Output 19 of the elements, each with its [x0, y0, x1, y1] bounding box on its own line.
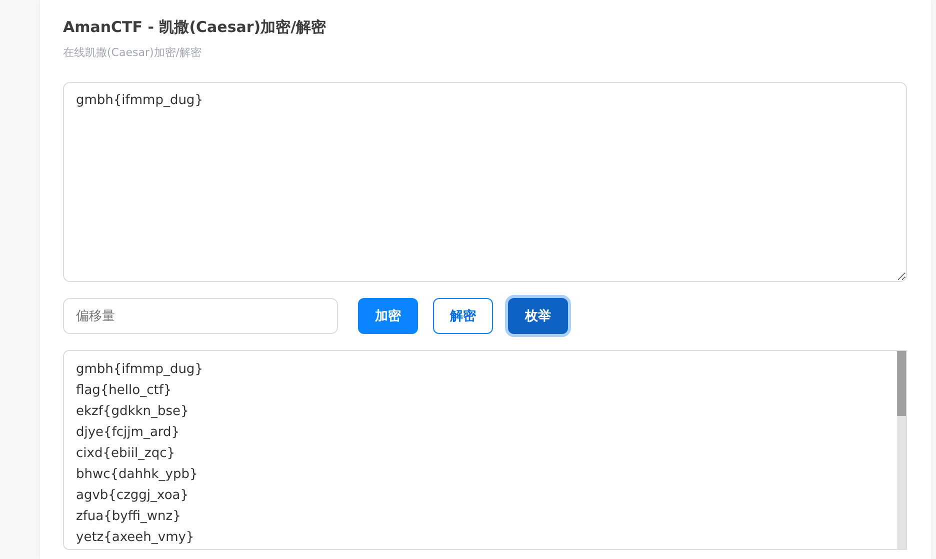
output-line: agvb{czggj_xoa} — [76, 487, 190, 505]
output-line: zfua{byffi_wnz} — [76, 508, 182, 526]
encrypt-button[interactable]: 加密 — [358, 298, 418, 334]
output-textarea[interactable]: gmbh{ifmmp_dug} flag{hello_ctf} ekzf{gdkkn_bse} djye{fcjjm_ard} cixd{ebiil_zqc} bhwc{dahhk_ypb} agvb{czggj_xoa} zfua{byffi_wnz} yetz{axeeh_vmy} — [63, 350, 907, 550]
output-line: flag{hello_ctf} — [76, 382, 173, 400]
page-title: AmanCTF - 凯撒(Caesar)加密/解密 — [63, 17, 328, 38]
enumerate-button[interactable]: 枚举 — [508, 298, 568, 334]
output-line: ekzf{gdkkn_bse} — [76, 403, 190, 421]
output-line: cixd{ebiil_zqc} — [76, 445, 176, 463]
scrollbar-thumb[interactable] — [897, 351, 906, 416]
output-line: djye{fcjjm_ard} — [76, 424, 181, 442]
scrollbar[interactable] — [897, 351, 906, 549]
output-line: bhwc{dahhk_ypb} — [76, 466, 199, 484]
input-textarea[interactable]: gmbh{ifmmp_dug} — [63, 82, 907, 282]
page-subtitle: 在线凯撒(Caesar)加密/解密 — [63, 46, 202, 60]
decrypt-button[interactable]: 解密 — [433, 298, 493, 334]
offset-field[interactable]: 偏移量 — [63, 298, 338, 334]
output-line: yetz{axeeh_vmy} — [76, 529, 196, 547]
output-line: gmbh{ifmmp_dug} — [76, 361, 204, 379]
